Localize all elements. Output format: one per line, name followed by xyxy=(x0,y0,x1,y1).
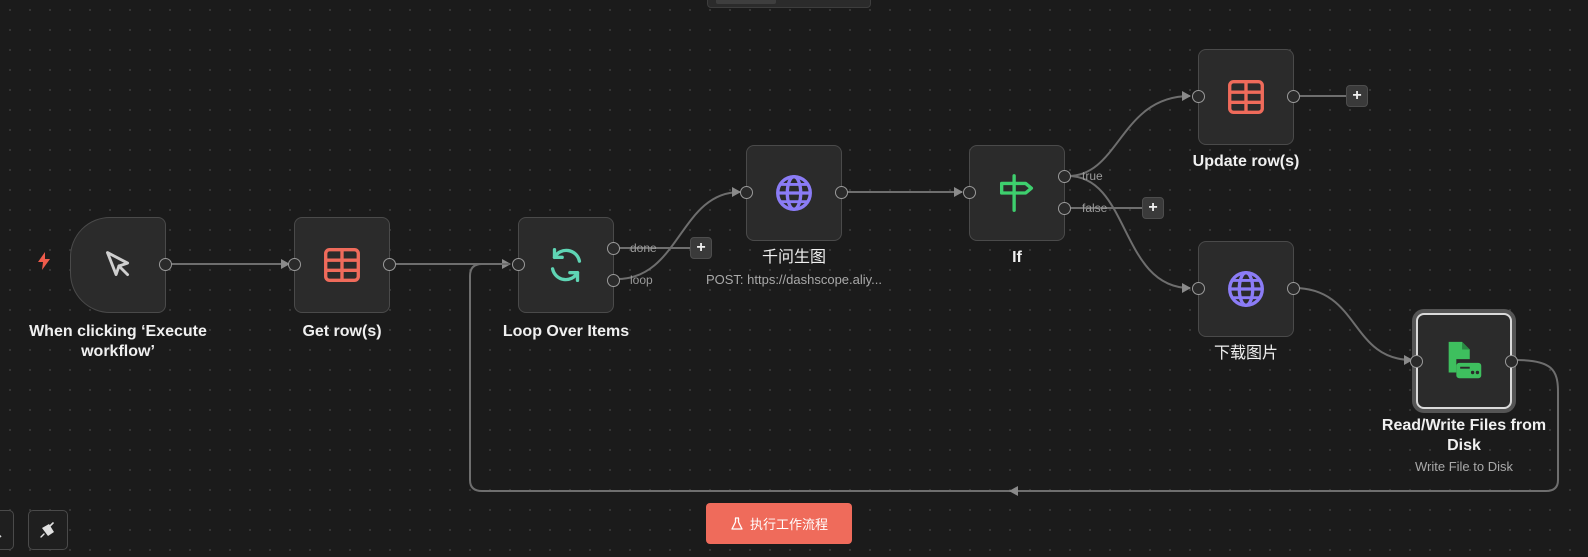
node-update-rows[interactable] xyxy=(1192,49,1300,145)
node-subtitle: POST: https://dashscope.aliy... xyxy=(705,272,883,287)
execute-workflow-label: 执行工作流程 xyxy=(749,518,828,533)
input-handle[interactable] xyxy=(1192,282,1205,295)
node-read-write-files[interactable] xyxy=(1410,313,1518,409)
table-icon xyxy=(1223,74,1269,120)
node-subtitle: Write File to Disk xyxy=(1415,459,1513,474)
workflow-canvas[interactable]: When clicking ‘Execute workflow’ Get row… xyxy=(0,0,1588,557)
trigger-bolt-icon xyxy=(38,252,50,270)
node-get-rows[interactable] xyxy=(288,217,396,313)
node-if[interactable] xyxy=(963,145,1071,241)
output-label-done: done xyxy=(630,241,657,255)
zoom-out-button[interactable] xyxy=(0,510,14,550)
input-handle[interactable] xyxy=(740,186,753,199)
node-http-qianwen[interactable] xyxy=(740,145,848,241)
top-toolbar-stub[interactable] xyxy=(707,0,871,8)
node-label: If xyxy=(1012,249,1022,266)
node-label: 下载图片 xyxy=(1213,345,1278,362)
output-label-loop: loop xyxy=(630,273,653,287)
node-label: Loop Over Items xyxy=(502,323,630,340)
node-http-download[interactable] xyxy=(1192,241,1300,337)
input-handle[interactable] xyxy=(1410,355,1423,368)
file-disk-icon xyxy=(1441,338,1487,384)
output-label-false: false xyxy=(1082,201,1108,215)
zoom-out-icon xyxy=(0,534,2,538)
output-handle[interactable] xyxy=(159,258,172,271)
add-node-button[interactable]: + xyxy=(1142,197,1164,219)
output-handle[interactable] xyxy=(1287,282,1300,295)
flask-icon xyxy=(731,516,743,530)
execute-workflow-button[interactable]: 执行工作流程 xyxy=(706,503,852,544)
globe-icon xyxy=(771,170,817,216)
add-node-button[interactable]: + xyxy=(690,237,712,259)
output-handle[interactable] xyxy=(1505,355,1518,368)
mouse-pointer-icon xyxy=(95,242,141,288)
node-label: When clicking ‘Execute workflow’ xyxy=(29,323,207,360)
output-handle-true[interactable] xyxy=(1058,170,1071,183)
output-handle-done[interactable] xyxy=(607,242,620,255)
input-handle[interactable] xyxy=(963,186,976,199)
node-loop-over-items[interactable] xyxy=(512,217,620,313)
output-handle[interactable] xyxy=(835,186,848,199)
output-handle-loop[interactable] xyxy=(607,274,620,287)
edge-files-loop-back xyxy=(469,263,1559,492)
globe-icon xyxy=(1223,266,1269,312)
refresh-icon xyxy=(543,242,589,288)
edge-if-download xyxy=(1067,175,1191,293)
output-handle-false[interactable] xyxy=(1058,202,1071,215)
tidy-up-button[interactable] xyxy=(28,510,68,550)
input-handle[interactable] xyxy=(512,258,525,271)
node-manual-trigger[interactable] xyxy=(70,217,172,313)
table-icon xyxy=(319,242,365,288)
output-label-true: true xyxy=(1082,169,1103,183)
signpost-icon xyxy=(994,170,1040,216)
broom-icon xyxy=(40,522,54,538)
node-label: Read/Write Files from Disk xyxy=(1381,417,1547,454)
input-handle[interactable] xyxy=(288,258,301,271)
add-node-button[interactable]: + xyxy=(1346,85,1368,107)
input-handle[interactable] xyxy=(1192,90,1205,103)
output-handle[interactable] xyxy=(383,258,396,271)
output-handle[interactable] xyxy=(1287,90,1300,103)
node-label: 千问生图 xyxy=(761,249,826,266)
node-label: Update row(s) xyxy=(1192,153,1300,170)
node-label: Get row(s) xyxy=(302,323,382,340)
